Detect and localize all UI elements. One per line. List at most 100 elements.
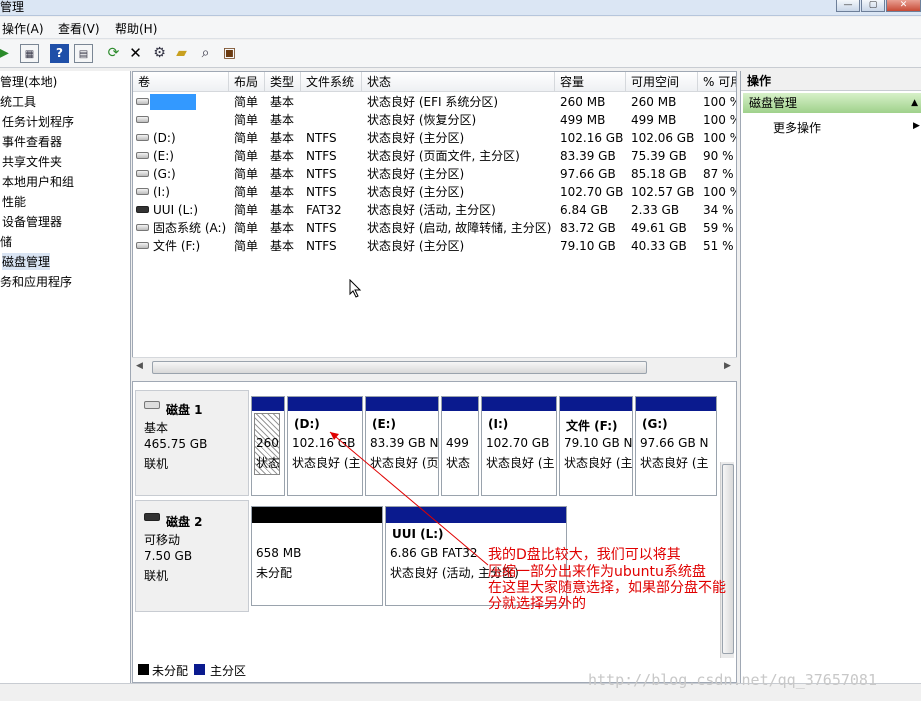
col-filesystem[interactable]: 文件系统 (301, 72, 362, 92)
col-percent-free[interactable]: % 可用 (698, 72, 736, 92)
disk-view-vertical-scrollbar[interactable] (720, 462, 734, 658)
cell-status: 状态良好 (主分区) (367, 239, 465, 253)
cell-free: 260 MB (631, 95, 677, 109)
tree-item-storage[interactable]: 储 (0, 233, 12, 250)
delete-icon[interactable]: ✕ (126, 44, 145, 63)
scroll-right-icon[interactable]: ▶ (724, 361, 731, 371)
table-row[interactable]: 文件 (F:) 简单 基本 NTFS 状态良好 (主分区) 79.10 GB 40.33 G… (133, 237, 736, 255)
disk-1-partition[interactable]: 499 状态 (441, 396, 479, 496)
table-row[interactable]: 简单基本 状态良好 (EFI 系统分区) 260 MB 260 MB 100 % (133, 93, 736, 111)
cell-layout: 简单 (234, 95, 259, 109)
annotation-line-4: 分就选择另外的 (488, 596, 586, 612)
partition-size: 102.70 GB (486, 436, 550, 450)
disk-2-partition[interactable]: 658 MB 未分配 (251, 506, 383, 606)
horizontal-scrollbar[interactable]: ◀ ▶ (132, 357, 737, 377)
help-icon[interactable]: ? (50, 44, 69, 63)
table-row[interactable]: 简单基本 状态良好 (恢复分区) 499 MB 499 MB 100 % (133, 111, 736, 129)
disk-1-partition[interactable]: 260 状态 (251, 396, 285, 496)
menu-help[interactable]: 帮助(H) (115, 20, 157, 37)
table-row[interactable]: (I:) 简单 基本 NTFS 状态良好 (主分区) 102.70 GB 102.57 GB… (133, 183, 736, 201)
table-row[interactable]: (G:) 简单 基本 NTFS 状态良好 (主分区) 97.66 GB 85.18 GB 87… (133, 165, 736, 183)
disk-2-label[interactable]: 磁盘 2 可移动 7.50 GB 联机 (135, 500, 249, 612)
tree-item-disk-management[interactable]: 磁盘管理 (2, 253, 51, 270)
partition-status: 状态 (256, 456, 281, 470)
forward-icon[interactable]: ▶ (0, 44, 13, 63)
menu-bar: 操作(A) 查看(V) 帮助(H) (0, 17, 921, 39)
table-row[interactable]: (E:) 简单 基本 NTFS 状态良好 (页面文件, 主分区) 83.39 GB 75.3… (133, 147, 736, 165)
actions-pane: 操作 磁盘管理 ▲ 更多操作 ▶ (740, 71, 921, 683)
more-actions-item[interactable]: 更多操作 (773, 119, 821, 136)
menu-view[interactable]: 查看(V) (58, 20, 100, 37)
tree-item-event-viewer[interactable]: 事件查看器 (2, 133, 62, 150)
scrollbar-thumb[interactable] (722, 464, 734, 654)
drive-icon (136, 134, 149, 141)
tree-item-device-manager[interactable]: 设备管理器 (2, 213, 62, 230)
tree-item-services-apps[interactable]: 务和应用程序 (0, 273, 72, 290)
settings-icon[interactable]: ⚙ (150, 44, 169, 63)
partition-title: 文件 (F:) (566, 419, 618, 433)
col-free[interactable]: 可用空间 (626, 72, 698, 92)
partition-size: 658 MB (256, 546, 302, 560)
scroll-left-icon[interactable]: ◀ (136, 361, 143, 371)
col-status[interactable]: 状态 (362, 72, 555, 92)
table-row[interactable]: UUI (L:) 简单 基本 FAT32 状态良好 (活动, 主分区) 6.84 GB 2.… (133, 201, 736, 219)
cell-layout: 简单 (234, 185, 259, 199)
refresh-icon[interactable]: ⟳ (104, 44, 123, 63)
partition-status: 状态良好 (主 (292, 456, 361, 470)
tree-item-system-tools[interactable]: 统工具 (0, 93, 36, 110)
disk-1-partition[interactable]: (I:) 102.70 GB 状态良好 (主 (481, 396, 557, 496)
col-layout[interactable]: 布局 (229, 72, 265, 92)
close-button[interactable]: ✕ (886, 0, 921, 12)
collapse-icon[interactable]: ▲ (911, 93, 918, 113)
disk-1-size: 465.75 GB (144, 437, 208, 451)
open-folder-icon[interactable]: ▰ (172, 44, 191, 63)
disk-1-label[interactable]: 磁盘 1 基本 465.75 GB 联机 (135, 390, 249, 496)
partition-type-bar (560, 397, 632, 411)
tree-item-shared-folders[interactable]: 共享文件夹 (2, 153, 62, 170)
disk-1-partition[interactable]: (E:) 83.39 GB N 状态良好 (页 (365, 396, 439, 496)
cell-status: 状态良好 (页面文件, 主分区) (367, 149, 520, 163)
cell-pct: 51 % (703, 239, 734, 253)
search-icon[interactable]: ⌕ (196, 44, 215, 63)
table-row[interactable]: (D:) 简单 基本 NTFS 状态良好 (主分区) 102.16 GB 102.06 GB… (133, 129, 736, 147)
cell-name: 固态系统 (A:) (153, 221, 227, 235)
partition-status: 状态良好 (主 (486, 456, 555, 470)
scrollbar-thumb[interactable] (152, 361, 647, 374)
cell-name: (D:) (153, 131, 176, 145)
cell-status: 状态良好 (主分区) (367, 185, 465, 199)
disk-1-partition[interactable]: (D:) 102.16 GB 状态良好 (主 (287, 396, 363, 496)
cell-type: 基本 (270, 95, 295, 109)
properties-icon[interactable]: ▤ (74, 44, 93, 63)
maximize-button[interactable]: ▢ (861, 0, 885, 12)
disk-2-kind: 可移动 (144, 533, 181, 547)
disk-1-partition[interactable]: (G:) 97.66 GB N 状态良好 (主 (635, 396, 717, 496)
partition-type-bar (636, 397, 716, 411)
disk-1-state: 联机 (144, 457, 169, 471)
rescan-icon[interactable]: ▣ (220, 44, 239, 63)
title-bar: 管理 — ▢ ✕ (0, 0, 921, 16)
tree-item-local-users[interactable]: 本地用户和组 (2, 173, 74, 190)
cell-fs: FAT32 (306, 203, 342, 217)
disk-1-partition[interactable]: 文件 (F:) 79.10 GB N 状态良好 (主 (559, 396, 633, 496)
table-row[interactable]: 固态系统 (A:) 简单 基本 NTFS 状态良好 (启动, 故障转储, 主分区) 83.… (133, 219, 736, 237)
cell-type: 基本 (270, 167, 295, 181)
cell-status: 状态良好 (恢复分区) (367, 113, 477, 127)
drive-icon (136, 152, 149, 159)
col-type[interactable]: 类型 (265, 72, 301, 92)
drive-icon (136, 170, 149, 177)
partition-status: 状态良好 (主 (564, 456, 633, 470)
partition-type-bar (366, 397, 438, 411)
cell-pct: 59 % (703, 221, 734, 235)
partition-size: 260 (256, 436, 279, 450)
col-capacity[interactable]: 容量 (555, 72, 626, 92)
minimize-button[interactable]: — (836, 0, 860, 12)
console-tree-icon[interactable]: ▦ (20, 44, 39, 63)
menu-action[interactable]: 操作(A) (2, 20, 44, 37)
tree-item-computer-management[interactable]: 管理(本地) (0, 73, 57, 90)
tree-item-performance[interactable]: 性能 (2, 193, 26, 210)
tree-item-task-scheduler[interactable]: 任务计划程序 (2, 113, 74, 130)
col-volume[interactable]: 卷 (133, 72, 229, 92)
partition-title: (D:) (294, 417, 320, 431)
actions-section-disk-management[interactable]: 磁盘管理 ▲ (743, 93, 921, 113)
cell-layout: 简单 (234, 239, 259, 253)
